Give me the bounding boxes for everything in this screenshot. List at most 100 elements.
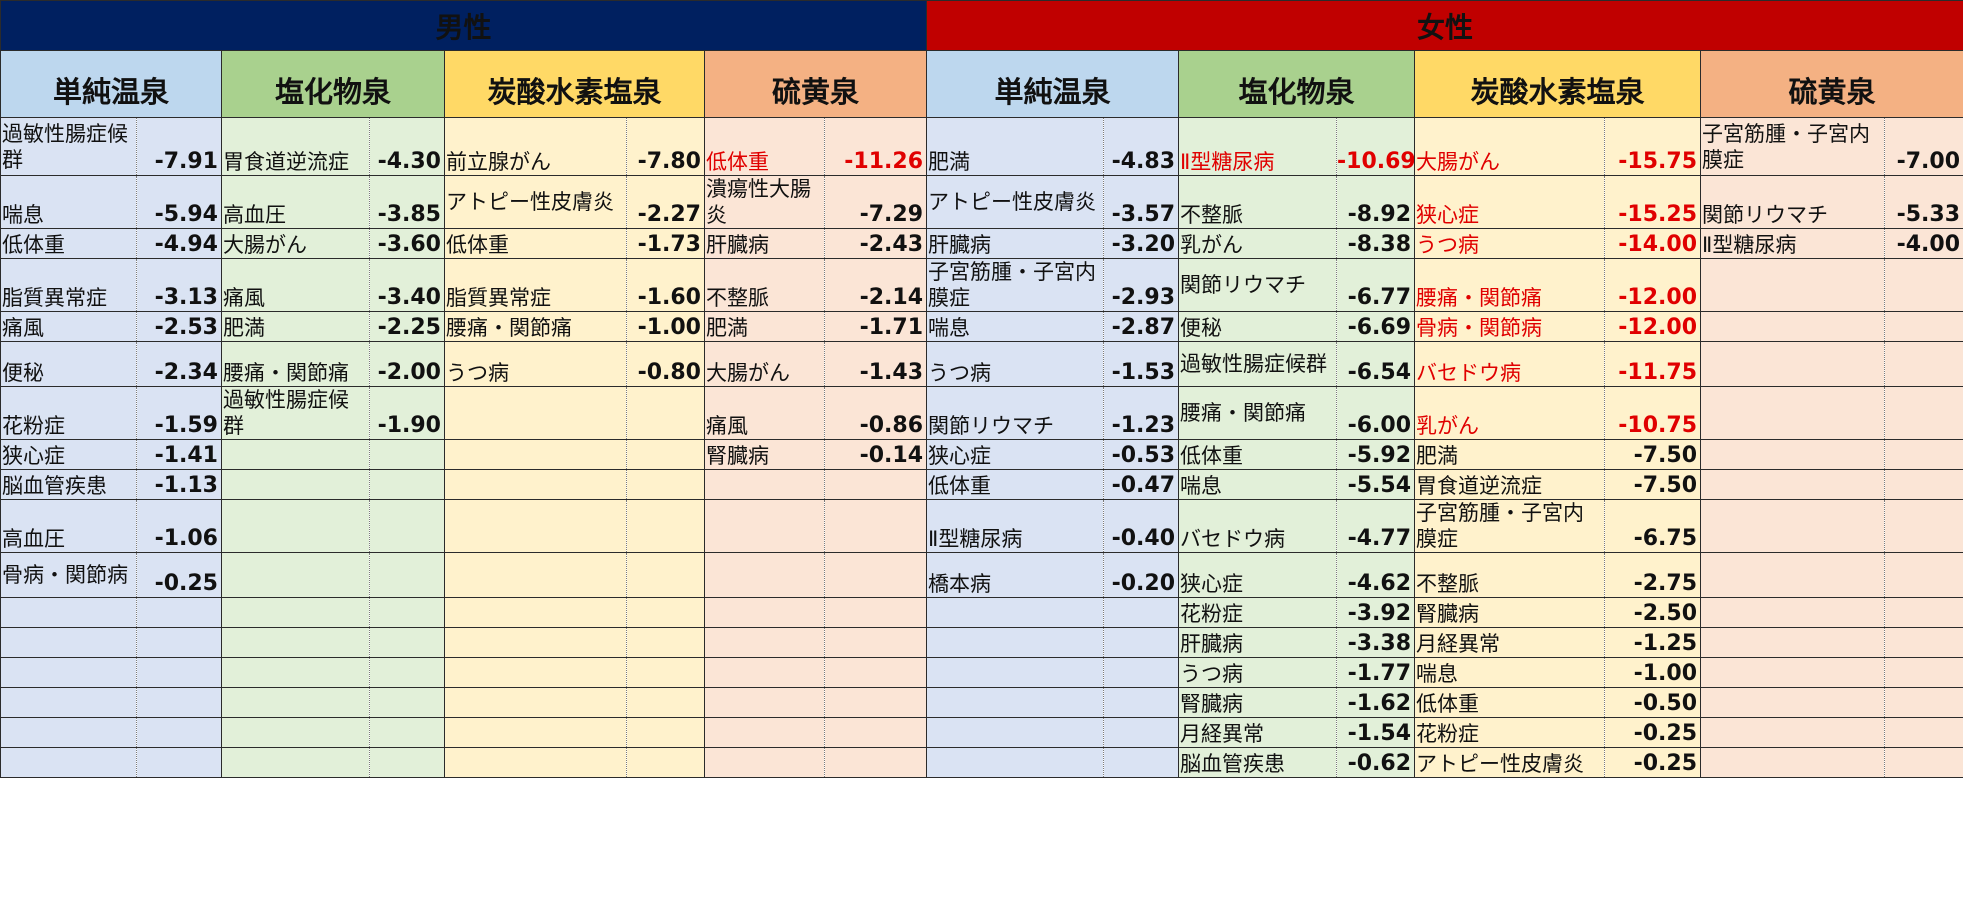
male-bicarbonate-value-cell bbox=[626, 439, 705, 470]
female-sulfur-value-cell bbox=[1884, 439, 1963, 470]
female-sulfur-spring-header: 硫黄泉 bbox=[1700, 50, 1963, 118]
male-sulfur-condition-cell: 低体重 bbox=[704, 117, 825, 176]
female-chloride-value-cell: -1.54 bbox=[1336, 717, 1416, 748]
male-chloride-spring-header: 塩化物泉 bbox=[221, 50, 445, 118]
female-bicarbonate-value-cell: -7.50 bbox=[1604, 439, 1702, 470]
female-sulfur-condition-cell bbox=[1700, 552, 1886, 598]
male-bicarbonate-condition-cell: うつ病 bbox=[444, 341, 627, 387]
female-bicarbonate-condition-cell: 不整脈 bbox=[1414, 552, 1606, 598]
male-simple-value-cell bbox=[136, 747, 222, 778]
female-bicarbonate-value-cell: -2.75 bbox=[1604, 552, 1702, 598]
male-simple-condition-cell bbox=[0, 597, 137, 628]
female-simple-condition-cell bbox=[926, 597, 1105, 628]
male-bicarbonate-value-cell bbox=[626, 747, 705, 778]
female-chloride-spring-header: 塩化物泉 bbox=[1178, 50, 1416, 118]
male-chloride-condition-cell bbox=[221, 717, 370, 748]
female-sulfur-condition-cell bbox=[1700, 439, 1886, 470]
table-row: 花粉症 -3.92 腎臓病 -2.50 bbox=[0, 597, 1963, 628]
male-sulfur-condition-cell: 腎臓病 bbox=[704, 439, 825, 470]
table-row: 狭心症 -1.41 腎臓病 -0.14 狭心症 -0.53 低体重 -5.92 肥満 -7.50 bbox=[0, 439, 1963, 470]
female-bicarbonate-value-cell: -0.25 bbox=[1604, 747, 1702, 778]
male-bicarbonate-condition-cell: 低体重 bbox=[444, 228, 627, 259]
female-sulfur-value-cell bbox=[1884, 469, 1963, 500]
male-chloride-value-cell bbox=[369, 717, 445, 748]
male-chloride-value-cell: -2.00 bbox=[369, 341, 445, 387]
female-simple-value-cell: -0.40 bbox=[1103, 499, 1180, 553]
male-sulfur-value-cell bbox=[823, 627, 928, 658]
female-sulfur-condition-cell bbox=[1700, 627, 1886, 658]
male-chloride-condition-cell: 高血圧 bbox=[221, 175, 370, 229]
female-simple-value-cell: -2.93 bbox=[1103, 258, 1180, 312]
female-simple-value-cell: -3.57 bbox=[1103, 175, 1180, 229]
male-chloride-value-cell bbox=[369, 657, 445, 688]
female-bicarbonate-value-cell: -14.00 bbox=[1604, 228, 1702, 259]
female-bicarbonate-value-cell: -0.25 bbox=[1604, 717, 1702, 748]
female-simple-value-cell: -0.47 bbox=[1103, 469, 1180, 500]
female-chloride-value-cell: -1.77 bbox=[1336, 657, 1416, 688]
table-row: 脂質異常症 -3.13 痛風 -3.40 脂質異常症 -1.60 不整脈 -2.14 子宮筋腫・… bbox=[0, 258, 1963, 312]
male-chloride-condition-cell bbox=[221, 469, 370, 500]
male-sulfur-value-cell: -0.14 bbox=[823, 439, 928, 470]
female-simple-value-cell: -2.87 bbox=[1103, 311, 1180, 342]
male-sulfur-condition-cell: 大腸がん bbox=[704, 341, 825, 387]
male-chloride-value-cell: -4.30 bbox=[369, 117, 445, 176]
male-bicarbonate-condition-cell: 脂質異常症 bbox=[444, 258, 627, 312]
male-simple-condition-cell: 低体重 bbox=[0, 228, 137, 259]
female-sulfur-value-cell bbox=[1884, 552, 1963, 598]
female-sulfur-value-cell bbox=[1884, 499, 1963, 553]
female-sulfur-condition-cell bbox=[1700, 311, 1886, 342]
female-chloride-condition-cell: 腰痛・関節痛 bbox=[1178, 386, 1338, 440]
female-sulfur-value-cell bbox=[1884, 341, 1963, 387]
male-bicarbonate-value-cell bbox=[626, 469, 705, 500]
female-simple-value-cell: -4.83 bbox=[1103, 117, 1180, 176]
table-row: 便秘 -2.34 腰痛・関節痛 -2.00 うつ病 -0.80 大腸がん -1.43 うつ病 -1… bbox=[0, 341, 1963, 387]
table-row: 脳血管疾患 -1.13 低体重 -0.47 喘息 -5.54 胃食道逆流症 -7.50 bbox=[0, 469, 1963, 500]
female-simple-value-cell bbox=[1103, 717, 1180, 748]
female-sulfur-value-cell bbox=[1884, 311, 1963, 342]
female-chloride-condition-cell: 花粉症 bbox=[1178, 597, 1338, 628]
male-sulfur-condition-cell: 潰瘍性大腸炎 bbox=[704, 175, 825, 229]
male-bicarbonate-value-cell bbox=[626, 717, 705, 748]
table-row: 腎臓病 -1.62 低体重 -0.50 bbox=[0, 687, 1963, 718]
female-sulfur-condition-cell: 関節リウマチ bbox=[1700, 175, 1886, 229]
female-chloride-value-cell: -6.00 bbox=[1336, 386, 1416, 440]
male-simple-condition-cell: 脂質異常症 bbox=[0, 258, 137, 312]
male-sulfur-value-cell: -2.43 bbox=[823, 228, 928, 259]
female-chloride-value-cell: -10.69 bbox=[1336, 117, 1416, 176]
male-bicarbonate-value-cell: -7.80 bbox=[626, 117, 705, 176]
male-bicarbonate-value-cell: -2.27 bbox=[626, 175, 705, 229]
female-chloride-condition-cell: 脳血管疾患 bbox=[1178, 747, 1338, 778]
male-chloride-condition-cell: 肥満 bbox=[221, 311, 370, 342]
male-simple-value-cell: -2.34 bbox=[136, 341, 222, 387]
male-simple-condition-cell bbox=[0, 657, 137, 688]
male-simple-condition-cell: 狭心症 bbox=[0, 439, 137, 470]
male-simple-value-cell bbox=[136, 597, 222, 628]
male-bicarbonate-condition-cell bbox=[444, 687, 627, 718]
male-bicarbonate-condition-cell bbox=[444, 469, 627, 500]
female-sulfur-condition-cell bbox=[1700, 717, 1886, 748]
male-simple-condition-cell: 過敏性腸症候群 bbox=[0, 117, 137, 176]
female-header: 女性 bbox=[926, 0, 1963, 51]
female-sulfur-value-cell bbox=[1884, 717, 1963, 748]
male-sulfur-value-cell bbox=[823, 687, 928, 718]
male-simple-condition-cell bbox=[0, 717, 137, 748]
female-bicarbonate-spring-header: 炭酸水素塩泉 bbox=[1414, 50, 1702, 118]
male-sulfur-value-cell bbox=[823, 717, 928, 748]
male-chloride-condition-cell: 痛風 bbox=[221, 258, 370, 312]
female-chloride-condition-cell: 過敏性腸症候群 bbox=[1178, 341, 1338, 387]
male-simple-condition-cell bbox=[0, 747, 137, 778]
male-simple-value-cell: -3.13 bbox=[136, 258, 222, 312]
female-chloride-condition-cell: 肝臓病 bbox=[1178, 627, 1338, 658]
female-chloride-value-cell: -4.62 bbox=[1336, 552, 1416, 598]
female-chloride-value-cell: -6.54 bbox=[1336, 341, 1416, 387]
male-simple-value-cell: -7.91 bbox=[136, 117, 222, 176]
female-bicarbonate-condition-cell: 骨病・関節病 bbox=[1414, 311, 1606, 342]
male-bicarbonate-value-cell: -1.00 bbox=[626, 311, 705, 342]
female-bicarbonate-condition-cell: 花粉症 bbox=[1414, 717, 1606, 748]
male-bicarbonate-value-cell bbox=[626, 386, 705, 440]
male-chloride-condition-cell: 大腸がん bbox=[221, 228, 370, 259]
female-bicarbonate-condition-cell: 狭心症 bbox=[1414, 175, 1606, 229]
male-chloride-value-cell bbox=[369, 499, 445, 553]
male-bicarbonate-condition-cell: 腰痛・関節痛 bbox=[444, 311, 627, 342]
male-sulfur-value-cell: -2.14 bbox=[823, 258, 928, 312]
